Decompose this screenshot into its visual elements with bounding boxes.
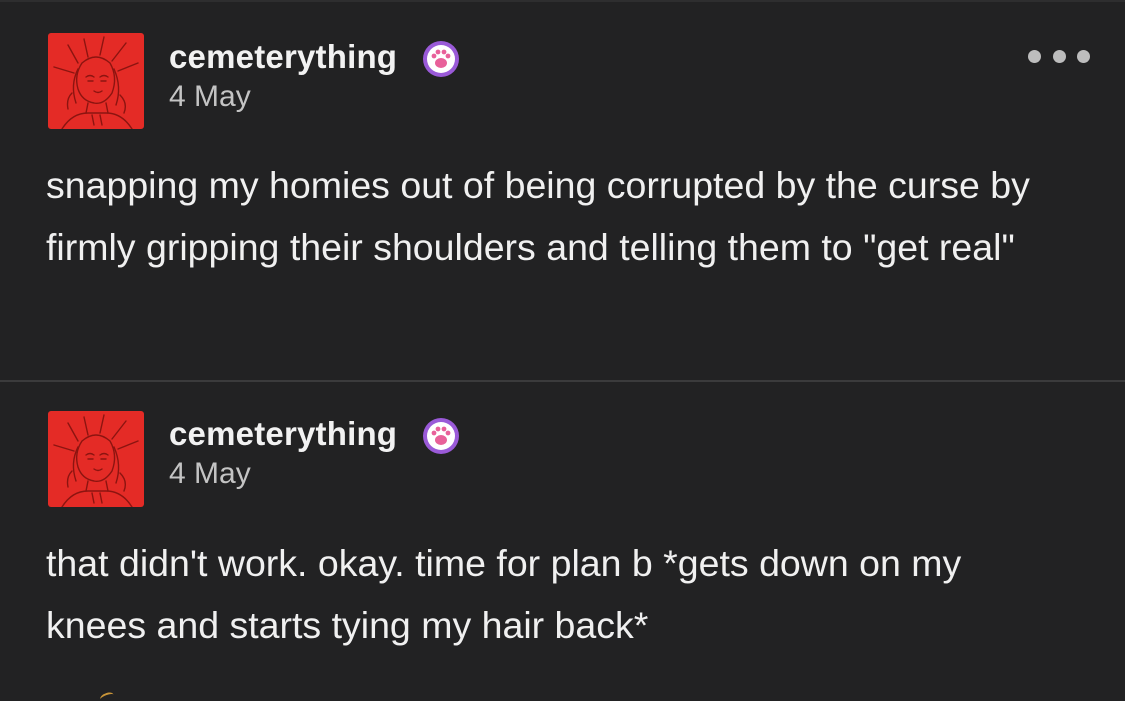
post-card: cemeterything 4 May that didn't work. ok… <box>0 382 1125 701</box>
avatar-drawing-icon <box>53 414 139 507</box>
post-feed: cemeterything 4 May snapping my homies o… <box>0 0 1125 701</box>
post-body: snapping my homies out of being corrupte… <box>46 164 1030 268</box>
username[interactable]: cemeterything <box>169 415 397 453</box>
avatar-drawing-icon <box>53 36 139 129</box>
avatar-edge-icon <box>99 690 115 701</box>
paw-badge-icon[interactable] <box>423 41 459 77</box>
ellipsis-dot <box>1077 49 1090 63</box>
ellipsis-horizontal-icon <box>1028 49 1041 63</box>
post-card: cemeterything 4 May snapping my homies o… <box>0 0 1125 381</box>
post-body: that didn't work. okay. time for plan b … <box>46 542 962 646</box>
post-date[interactable]: 4 May <box>169 80 251 114</box>
avatar[interactable] <box>48 411 144 507</box>
post-date[interactable]: 4 May <box>169 457 251 491</box>
avatar[interactable] <box>48 33 144 129</box>
username[interactable]: cemeterything <box>169 38 397 76</box>
paw-badge-icon[interactable] <box>423 418 459 454</box>
more-options-button[interactable] <box>1028 45 1090 67</box>
ellipsis-dot <box>1052 49 1066 63</box>
next-post-avatar-peek <box>48 690 144 701</box>
